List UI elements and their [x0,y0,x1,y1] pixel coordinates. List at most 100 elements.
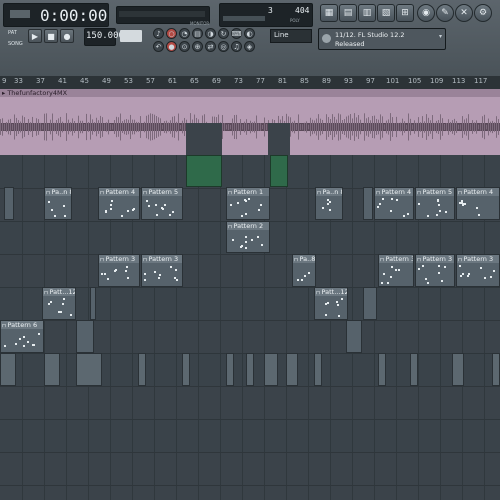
audio-hit-clip[interactable] [226,353,234,386]
timeline-ruler[interactable]: 9 33 37 41 45 49 53 57 61 65 69 73 77 81… [0,76,500,90]
audio-hit-clip[interactable] [246,353,254,386]
clip-title: Pattern 3 [457,255,499,263]
note-mark [175,269,177,271]
note-mark [23,345,25,347]
waveform-bar [262,124,263,130]
audio-hit-clip[interactable] [314,353,322,386]
wait-input-icon[interactable]: ◐ [244,28,255,39]
pattern-clip[interactable]: Pattern 3 [98,254,140,287]
playlist-icon[interactable]: ▤ [339,4,357,22]
channel-rack-icon[interactable]: ▧ [377,4,395,22]
piano-roll-icon[interactable]: ▥ [358,4,376,22]
typing-keyboard-icon[interactable]: ⌨ [231,28,242,39]
note-mark [176,279,178,281]
scroll-icon[interactable]: ⇄ [205,41,216,52]
note-mark [111,200,113,202]
pattern-clip[interactable] [4,187,14,220]
loop-record-icon[interactable]: ↻ [218,28,229,39]
audio-hit-clip[interactable] [410,353,418,386]
audio-hit-clip[interactable] [0,353,16,386]
pattern-clip[interactable]: Pattern 3 [415,254,455,287]
pattern-clip[interactable]: Pa..n 8 [315,187,343,220]
waveform-bar [154,114,155,140]
mixer-link-icon[interactable]: ⊙ [179,41,190,52]
snap-selector[interactable]: Line [270,29,312,43]
playlist-lane[interactable] [0,386,500,420]
pattern-clip[interactable] [76,320,94,353]
save-icon[interactable]: ● [166,41,177,52]
record-button[interactable]: ● [60,29,74,43]
pattern-clip[interactable]: Pa..8 [292,254,316,287]
pattern-clip[interactable]: Pattern 3 [141,254,183,287]
audio-hit-clip[interactable] [44,353,60,386]
audio-hit-clip[interactable] [264,353,278,386]
note-mark [460,275,462,277]
countdown-icon[interactable]: ◔ [179,28,190,39]
pattern-clip[interactable]: Pattern 5 [141,187,183,220]
multilink-icon[interactable]: ⊕ [192,41,203,52]
blend-icon[interactable]: ◑ [205,28,216,39]
record-mode-icon[interactable]: ○ [166,28,177,39]
audio-hit-clip[interactable] [378,353,386,386]
pattern-selector[interactable] [120,30,142,42]
metronome-icon[interactable]: ♪ [153,28,164,39]
waveform-bar [246,119,247,135]
note-mark [60,311,62,313]
playlist-lane[interactable] [0,320,500,354]
audio-hit-clip[interactable] [76,353,102,386]
tempo-panel[interactable]: 150.000 [84,28,124,46]
pattern-clip[interactable]: Pa..n 8 [44,187,72,220]
pattern-clip[interactable]: Patt...12 [314,287,348,320]
pattern-clip[interactable]: Pattern 5 [415,187,455,220]
pattern-clip[interactable] [363,287,377,320]
pattern-clip[interactable]: Pattern 1 [226,187,270,220]
audio-hit-clip[interactable] [286,353,298,386]
playlist-lane[interactable] [0,155,500,189]
audio-hit-clip[interactable] [452,353,464,386]
audio-settings-icon[interactable]: ◈ [244,41,255,52]
note-mark [164,204,166,206]
audio-clip[interactable] [270,155,288,187]
midi-icon[interactable]: ♫ [231,41,242,52]
step-edit-icon[interactable]: ▤ [192,28,203,39]
pattern-clip[interactable] [363,187,373,220]
song-time-display[interactable]: 0:00:00 [40,6,107,25]
pattern-mode-icon[interactable]: ▦ [320,4,338,22]
clip-title: Pattern 4 [457,188,499,196]
pattern-clip[interactable] [346,320,362,353]
online-icon[interactable]: ◎ [218,41,229,52]
audio-clip[interactable] [186,155,222,187]
waveform-bar [162,124,163,130]
pattern-clip[interactable]: Pattern 4 [456,187,500,220]
playlist-lane[interactable] [0,419,500,453]
waveform-bar [138,122,139,132]
pattern-clip[interactable]: Patt...12 [42,287,76,320]
hint-dropdown-icon[interactable]: ▾ [439,33,442,40]
mixer-icon[interactable]: ⊞ [396,4,414,22]
pattern-clip[interactable] [90,287,96,320]
play-button[interactable]: ▶ [28,29,42,43]
audio-hit-clip[interactable] [138,353,146,386]
audio-hit-clip[interactable] [492,353,500,386]
stop-button[interactable]: ■ [44,29,58,43]
waveform-bar [398,122,399,132]
pattern-clip[interactable]: Pattern 4 [98,187,140,220]
audio-clip-track[interactable]: ▸ Thefunfactory4MX [0,89,500,155]
waveform-bar [16,117,17,137]
plugin-picker-icon[interactable]: ✎ [436,4,454,22]
tempo-value[interactable]: 150.000 [86,31,124,41]
tools-icon[interactable]: ✕ [455,4,473,22]
pattern-clip[interactable]: Pattern 4 [374,187,414,220]
playlist-lane[interactable] [0,452,500,486]
playlist-area[interactable]: Pa..n 8 Pattern 4 Pattern 5 Pattern 1 Pa… [0,155,500,500]
waveform-bar [452,120,453,134]
pattern-clip[interactable]: Pattern 2 [226,221,270,253]
undo-icon[interactable]: ↶ [153,41,164,52]
pattern-clip[interactable]: Pattern 3 [456,254,500,287]
cpu-icon[interactable]: ⚙ [474,4,492,22]
pattern-clip[interactable]: Pattern 6 [0,320,44,353]
pattern-clip[interactable]: Pattern 3 [378,254,414,287]
audio-hit-clip[interactable] [182,353,190,386]
note-mark [444,266,446,268]
browser-icon[interactable]: ◉ [417,4,435,22]
